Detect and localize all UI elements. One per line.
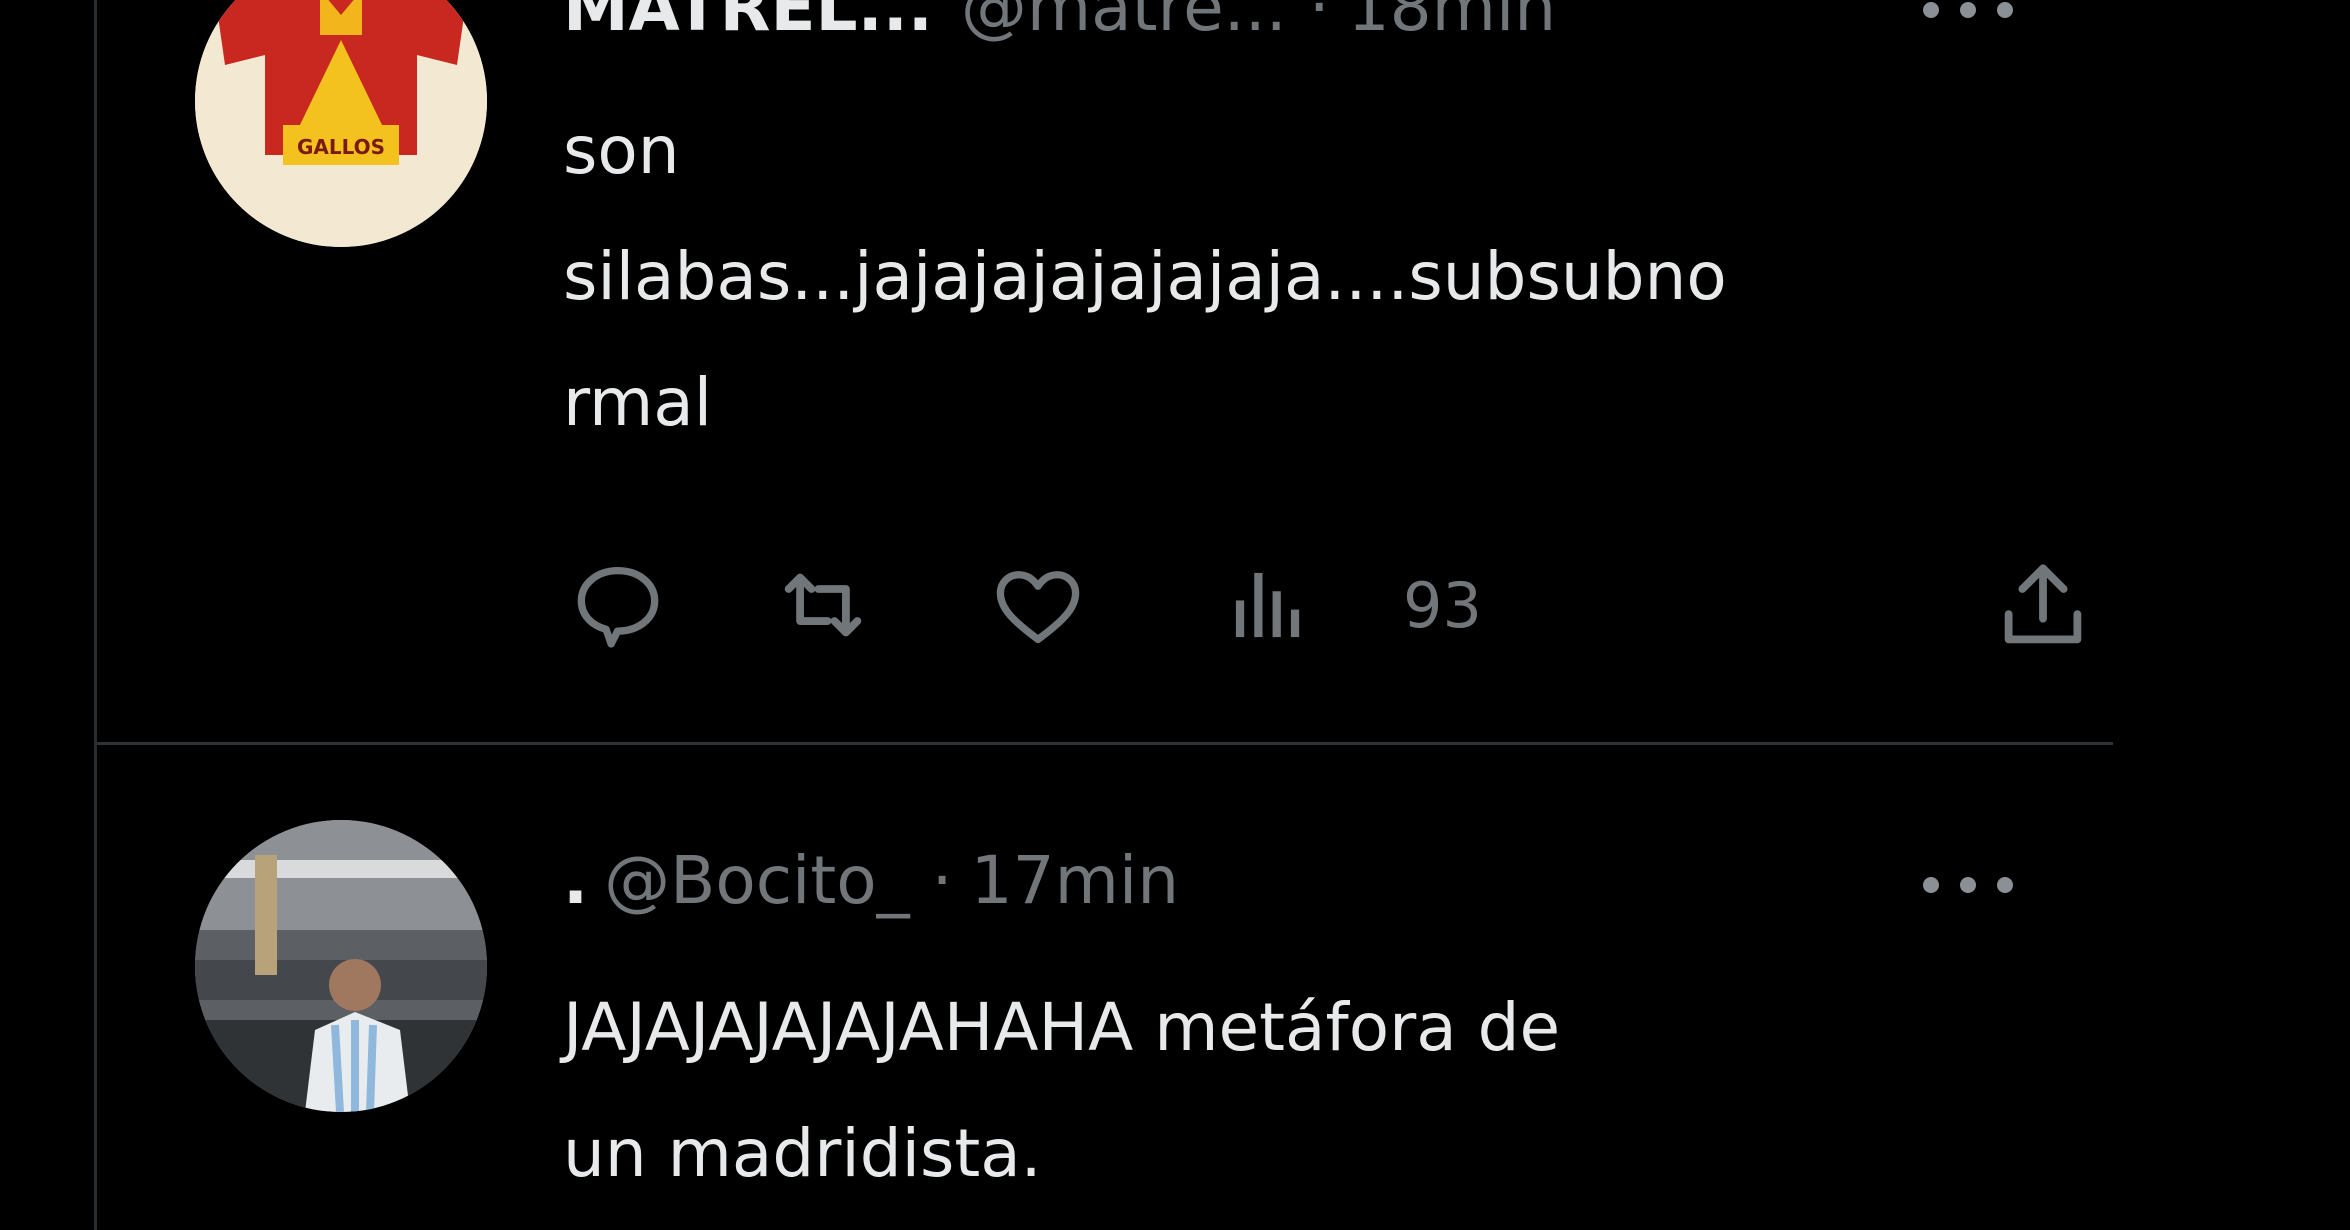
like-button[interactable]	[983, 545, 1093, 665]
heart-icon	[996, 571, 1080, 644]
tweet-text: son silabas...jajajajajajajaja....subsub…	[563, 112, 1727, 441]
reply-button[interactable]	[563, 545, 673, 665]
tweet-header: . @Bocito_ · 17min	[563, 842, 2113, 919]
reply-icon	[577, 566, 659, 648]
retweet-icon	[784, 573, 862, 637]
more-dots-icon[interactable]	[1923, 865, 2013, 905]
display-name[interactable]: .	[563, 842, 588, 919]
team-jersey-avatar-icon: GALLOS	[195, 0, 487, 247]
avatar-badge-text: GALLOS	[297, 135, 385, 159]
tweet-actions: 93	[563, 545, 2123, 665]
separator-dot: ·	[931, 841, 953, 919]
avatar[interactable]	[195, 820, 487, 1112]
share-button[interactable]	[1988, 545, 2098, 665]
tweet-text: JAJAJAJAJAJAHAHA metáfora de un madridis…	[563, 989, 1561, 1192]
views-count: 93	[1403, 568, 1482, 642]
handle[interactable]: @Bocito_	[604, 842, 910, 919]
share-icon	[2004, 564, 2082, 644]
avatar[interactable]: GALLOS	[195, 0, 487, 247]
handle[interactable]: @matre...	[961, 0, 1287, 46]
footballer-photo-avatar-icon	[195, 820, 487, 1112]
views-chart-icon	[1235, 572, 1300, 638]
timestamp[interactable]: 18min	[1348, 0, 1556, 46]
tweet[interactable]: GALLOS MATREL... @matre... · 18min son s…	[97, 0, 2113, 745]
more-dots-icon[interactable]	[1923, 0, 2013, 30]
tweet[interactable]: . @Bocito_ · 17min JAJAJAJAJAJAHAHA metá…	[97, 745, 2113, 1230]
retweet-button[interactable]	[763, 545, 883, 665]
timestamp[interactable]: 17min	[971, 842, 1179, 919]
display-name[interactable]: MATREL...	[563, 0, 933, 46]
separator-dot: ·	[1308, 0, 1330, 46]
tweet-header: MATREL... @matre... · 18min	[563, 0, 2113, 46]
views-button[interactable]: 93	[1213, 545, 1482, 665]
